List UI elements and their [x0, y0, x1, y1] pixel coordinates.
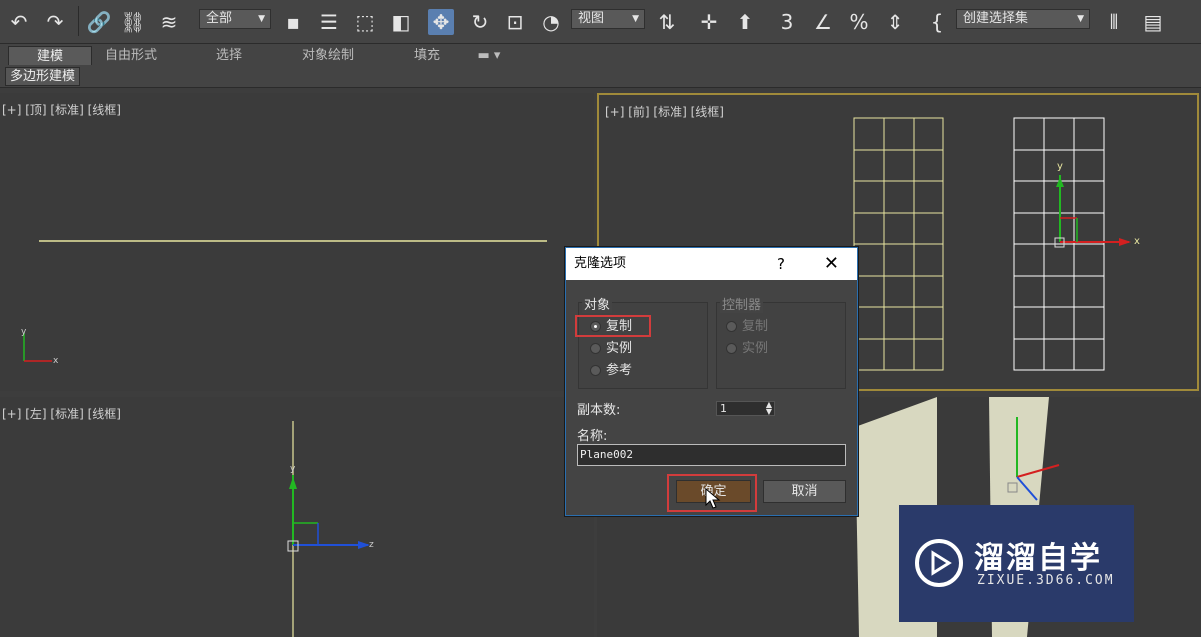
- tab-modeling[interactable]: 建模: [8, 46, 92, 65]
- tab-polygon-modeling[interactable]: 多边形建模: [5, 67, 81, 86]
- controller-group-title: 控制器: [720, 294, 764, 313]
- watermark-title: 溜溜自学: [974, 541, 1102, 576]
- align-icon[interactable]: ▤: [1140, 9, 1166, 35]
- rect-region-icon[interactable]: ⬚: [352, 9, 378, 35]
- mouse-cursor-icon: [705, 488, 721, 509]
- ribbon-subbar: 多边形建模: [0, 66, 1201, 88]
- snap-3d-icon[interactable]: 3: [774, 9, 800, 35]
- radio-object-instance[interactable]: 实例: [586, 340, 632, 358]
- object-group-title: 对象: [582, 294, 613, 313]
- selection-filter-value: 全部: [206, 11, 233, 26]
- highlight-copy-option: [575, 315, 651, 337]
- radio-dot: [590, 365, 601, 376]
- gizmo-y-label: y: [1057, 161, 1063, 172]
- percent-snap-icon[interactable]: %: [846, 9, 872, 35]
- axis-x-label: x: [53, 356, 59, 366]
- radio-label: 实例: [606, 341, 633, 356]
- select-object-icon[interactable]: ▪: [280, 9, 306, 35]
- place-icon[interactable]: ◔: [538, 9, 564, 35]
- ribbon-bar: 建模 自由形式 选择 对象绘制 填充 ▬ ▾: [0, 44, 1201, 66]
- plane-grid-left: [853, 117, 944, 371]
- cancel-button[interactable]: 取消: [763, 480, 846, 503]
- select-by-name-icon[interactable]: ☰: [316, 9, 342, 35]
- watermark-subtitle: ZIXUE.3D66.COM: [977, 573, 1115, 588]
- radio-controller-copy: 复制: [722, 318, 768, 336]
- gizmo-z-label: z: [369, 540, 374, 550]
- gizmo-x-label: x: [1134, 236, 1140, 247]
- move-icon[interactable]: ✥: [428, 9, 454, 35]
- close-button[interactable]: ✕: [824, 248, 839, 280]
- mirror-tool-icon[interactable]: ⫴: [1101, 9, 1127, 35]
- named-selection-dropdown[interactable]: 创建选择集 ▼: [956, 9, 1090, 29]
- selection-filter-dropdown[interactable]: 全部 ▼: [199, 9, 271, 29]
- tab-populate[interactable]: 填充: [400, 46, 454, 65]
- radio-label: 复制: [742, 319, 769, 334]
- edit-named-sets-icon[interactable]: {: [924, 9, 950, 35]
- copies-label: 副本数:: [577, 403, 621, 418]
- ribbon-options-icon[interactable]: ▬ ▾: [472, 46, 506, 65]
- link-icon[interactable]: 🔗: [86, 9, 112, 35]
- radio-label: 参考: [606, 363, 633, 378]
- manipulate-icon[interactable]: ✛: [696, 9, 722, 35]
- window-crossing-icon[interactable]: ◧: [388, 9, 414, 35]
- radio-controller-instance: 实例: [722, 340, 768, 358]
- name-label: 名称:: [577, 429, 608, 444]
- keyboard-shortcut-icon[interactable]: ⬆: [732, 9, 758, 35]
- radio-object-reference[interactable]: 参考: [586, 362, 632, 380]
- chevron-down-icon: ▼: [258, 14, 265, 24]
- angle-snap-icon[interactable]: ∠: [810, 9, 836, 35]
- viewport-left[interactable]: [+] [左] [标准] [线框] y z: [0, 397, 594, 637]
- viewport-top[interactable]: [+] [顶] [标准] [线框] y x: [0, 93, 594, 391]
- ref-coord-dropdown[interactable]: 视图 ▼: [571, 9, 645, 29]
- name-field[interactable]: Plane002: [577, 444, 846, 466]
- main-toolbar: ↶ ↷ 🔗 ⛓ ≋ 全部 ▼ ▪ ☰ ⬚ ◧ ✥ ↻ ⊡ ◔ 视图 ▼ ⇅ ✛ ⬆ …: [0, 0, 1201, 44]
- viewport-left-canvas: y z: [287, 421, 374, 637]
- radio-dot: [726, 321, 737, 332]
- help-button[interactable]: ?: [777, 248, 785, 280]
- viewport-top-canvas: y x: [21, 240, 547, 366]
- bind-space-warp-icon[interactable]: ≋: [156, 9, 182, 35]
- unlink-icon[interactable]: ⛓: [120, 9, 146, 35]
- spinner-snap-icon[interactable]: ⇕: [882, 9, 908, 35]
- radio-label: 实例: [742, 341, 769, 356]
- tab-freeform[interactable]: 自由形式: [92, 46, 170, 65]
- undo-icon[interactable]: ↶: [6, 9, 32, 35]
- copies-spinner[interactable]: 1 ▲ ▼: [716, 401, 775, 416]
- gizmo-y-arrow: [1056, 177, 1064, 187]
- spinner-arrows-icon[interactable]: ▲ ▼: [766, 401, 772, 416]
- watermark: 溜溜自学 ZIXUE.3D66.COM: [899, 505, 1134, 622]
- chevron-down-icon: ▼: [632, 14, 639, 24]
- toolbar-separator: [78, 6, 79, 36]
- rotate-icon[interactable]: ↻: [467, 9, 493, 35]
- tab-selection[interactable]: 选择: [200, 46, 258, 65]
- named-selection-value: 创建选择集: [963, 11, 1029, 26]
- app-window: ↶ ↷ 🔗 ⛓ ≋ 全部 ▼ ▪ ☰ ⬚ ◧ ✥ ↻ ⊡ ◔ 视图 ▼ ⇅ ✛ ⬆ …: [0, 0, 1201, 637]
- plane-grid-right: [1013, 117, 1105, 371]
- gizmo-y-arrow: [289, 477, 297, 489]
- tab-object-paint[interactable]: 对象绘制: [290, 46, 366, 65]
- redo-icon[interactable]: ↷: [42, 9, 68, 35]
- watermark-play-icon: [915, 539, 963, 587]
- chevron-down-icon: ▼: [1077, 14, 1084, 24]
- gizmo-y-label: y: [290, 464, 296, 474]
- ref-coord-value: 视图: [578, 11, 605, 26]
- radio-dot: [726, 343, 737, 354]
- axis-y-label: y: [21, 327, 27, 337]
- gizmo-x-arrow: [1119, 238, 1131, 246]
- dialog-title: 克隆选项: [566, 248, 857, 280]
- scale-icon[interactable]: ⊡: [502, 9, 528, 35]
- radio-dot: [590, 343, 601, 354]
- pivot-icon[interactable]: ⇅: [654, 9, 680, 35]
- copies-value: 1: [720, 402, 727, 415]
